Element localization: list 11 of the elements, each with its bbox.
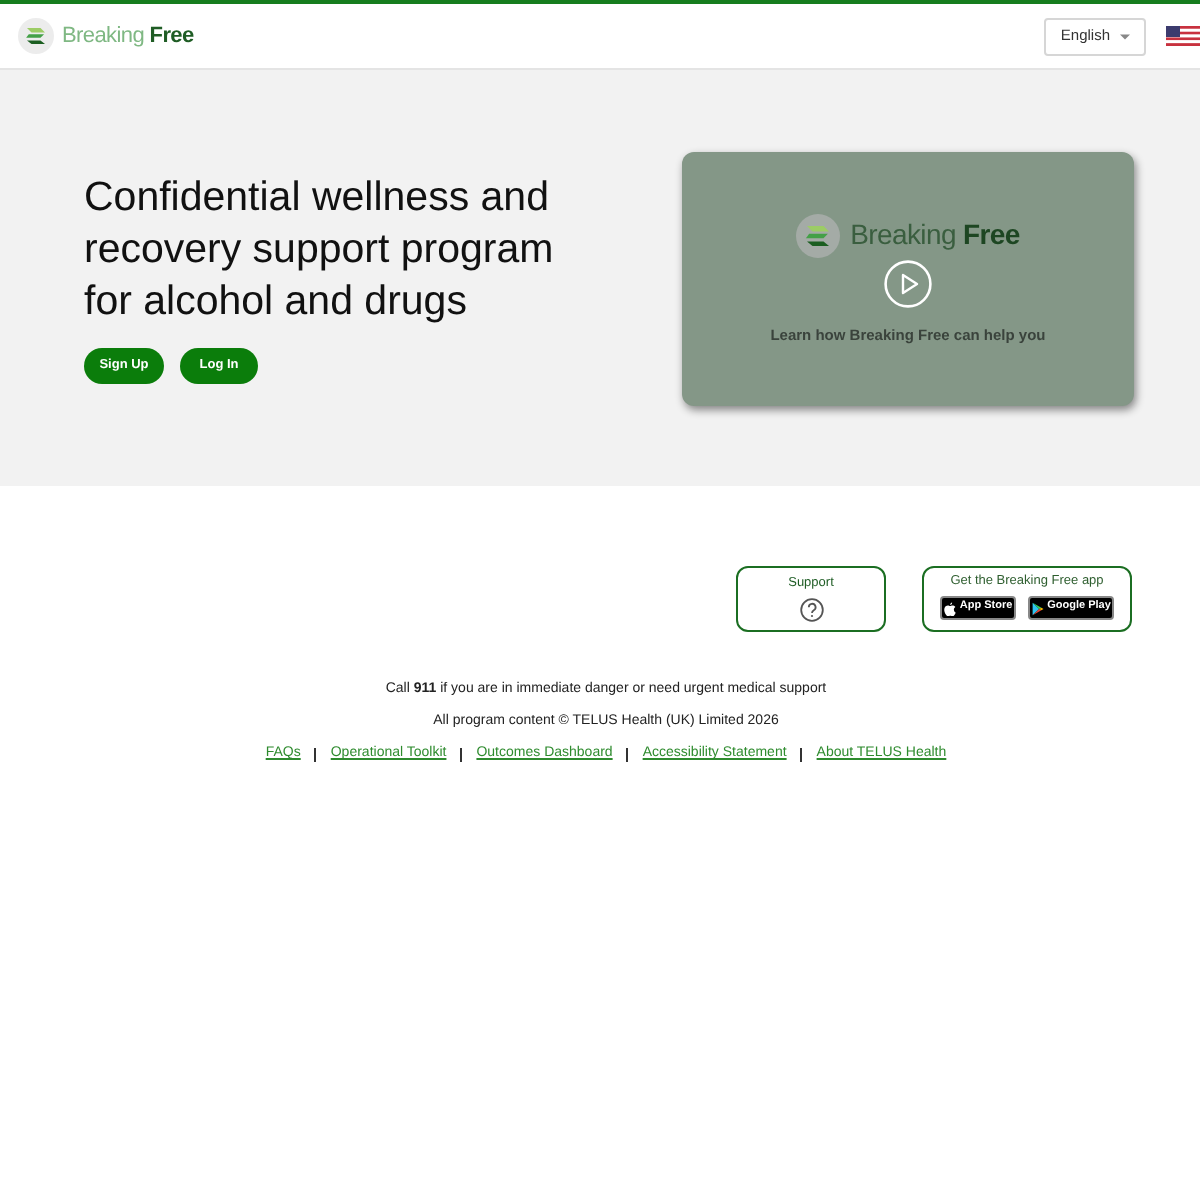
apple-icon: [943, 601, 956, 615]
video-logo-text: Breaking Free: [850, 216, 1020, 254]
play-icon[interactable]: [884, 259, 932, 307]
caret-icon: [1120, 33, 1130, 39]
hero-heading: Confidential wellness and recovery support program for alcohol and drugs: [84, 172, 556, 328]
logo-icon: [796, 213, 841, 257]
logo-text[interactable]: Breaking Free: [62, 19, 194, 53]
logo-icon: [18, 18, 54, 54]
help-icon: [799, 597, 823, 622]
flag-icon[interactable]: [1166, 26, 1200, 46]
play-store-icon: [1031, 601, 1044, 615]
